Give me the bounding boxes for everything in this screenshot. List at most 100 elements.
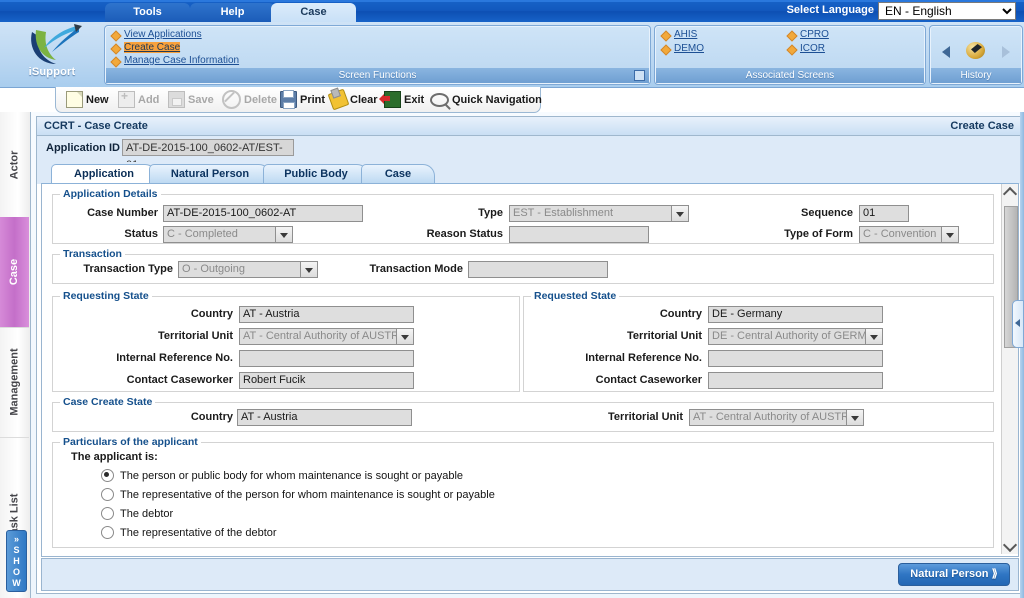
toolbar-print-button[interactable]: Print	[280, 87, 325, 112]
group-transaction-title: Transaction	[60, 248, 125, 260]
bullet-icon	[110, 43, 122, 55]
requested-country-field[interactable]: DE - Germany	[708, 306, 883, 323]
group-requested-state: Requested State Country DE - Germany Ter…	[523, 290, 994, 392]
sidebar-show-label: S	[13, 544, 20, 555]
toolbar-add-button[interactable]: Add	[118, 87, 159, 112]
history-previous-icon[interactable]	[942, 46, 950, 58]
transaction-mode-label: Transaction Mode	[369, 263, 463, 275]
tab-natural-person[interactable]: Natural Person	[149, 164, 271, 185]
natural-person-next-button[interactable]: Natural Person ⟫	[898, 563, 1010, 586]
link-manage-case-information[interactable]: Manage Case Information	[124, 55, 239, 66]
sidebar-item-management[interactable]: Management	[0, 327, 29, 438]
associated-screens-panel: AHIS CPRO DEMO ICOR Associated Screens	[654, 25, 926, 85]
case-create-country-field[interactable]: AT - Austria	[237, 409, 412, 426]
screen-functions-expand-icon[interactable]	[634, 70, 645, 81]
requesting-country-field[interactable]: AT - Austria	[239, 306, 414, 323]
right-collapse-handle[interactable]	[1012, 300, 1024, 348]
sequence-field[interactable]: 01	[859, 205, 909, 222]
top-tab-tools[interactable]: Tools	[105, 3, 190, 22]
requested-territorial-unit-select[interactable]: DE - Central Authority of GERMANY	[708, 328, 883, 345]
chevron-down-icon	[396, 329, 413, 344]
transaction-mode-field[interactable]	[468, 261, 608, 278]
group-requesting-state: Requesting State Country AT - Austria Te…	[52, 290, 520, 392]
toolbar-exit-label: Exit	[404, 93, 425, 106]
language-select[interactable]: EN - English	[878, 2, 1016, 20]
toolbar-exit-button[interactable]: Exit	[379, 87, 425, 112]
application-window: Tools Help Case Select Language EN - Eng…	[0, 0, 1024, 598]
tab-application-label: Application	[74, 168, 134, 180]
link-demo[interactable]: DEMO	[674, 43, 704, 54]
top-tab-case[interactable]: Case	[271, 3, 356, 22]
status-select[interactable]: C - Completed	[163, 226, 293, 243]
history-globe-icon[interactable]	[966, 42, 985, 59]
exit-door-icon	[379, 91, 401, 108]
header-panel: iSupport View Applications Create Case M…	[0, 22, 1024, 88]
group-particulars-title: Particulars of the applicant	[60, 436, 201, 448]
tab-case[interactable]: Case	[361, 164, 435, 185]
sidebar-item-case[interactable]: Case	[0, 217, 29, 328]
application-id-field[interactable]: AT-DE-2015-100_0602-AT/EST-01	[122, 139, 294, 171]
scroll-up-icon[interactable]	[1002, 184, 1017, 200]
tab-public-body-label: Public Body	[284, 168, 348, 180]
requested-internal-reference-field[interactable]	[708, 350, 883, 367]
reason-status-field[interactable]	[509, 226, 649, 243]
tab-public-body[interactable]: Public Body	[263, 164, 369, 185]
radio-option-representative-of-debtor[interactable]: The representative of the debtor	[101, 526, 277, 539]
sidebar-show-button[interactable]: » S H O W	[6, 530, 27, 592]
add-icon	[118, 89, 135, 108]
radio-option-0-label: The person or public body for whom maint…	[120, 469, 464, 482]
requested-territorial-unit-value: DE - Central Authority of GERMANY	[712, 330, 865, 342]
group-requesting-state-title: Requesting State	[60, 290, 152, 302]
history-caption: History	[931, 68, 1021, 83]
radio-option-person-or-public-body[interactable]: The person or public body for whom maint…	[101, 469, 463, 482]
type-of-form-select[interactable]: C - Convention	[859, 226, 959, 243]
top-tab-case-label: Case	[300, 6, 327, 18]
tab-case-label: Case	[384, 168, 412, 180]
radio-option-debtor[interactable]: The debtor	[101, 507, 173, 520]
bullet-icon	[660, 44, 672, 56]
left-sidebar: Actor Case Management Task List » S H O …	[0, 112, 31, 598]
status-select-value: C - Completed	[167, 228, 238, 240]
toolbar-save-button[interactable]: Save	[168, 87, 214, 112]
toolbar-quick-navigation-button[interactable]: Quick Navigation	[430, 87, 542, 112]
requesting-contact-caseworker-field[interactable]: Robert Fucik	[239, 372, 414, 389]
chevron-down-icon	[941, 227, 958, 242]
requesting-territorial-unit-select[interactable]: AT - Central Authority of AUSTRIA	[239, 328, 414, 345]
history-next-icon[interactable]	[1002, 46, 1010, 58]
form-vertical-scrollbar[interactable]	[1001, 184, 1018, 554]
radio-option-1-label: The representative of the person for who…	[120, 488, 495, 501]
case-create-territorial-unit-select[interactable]: AT - Central Authority of AUSTRIA	[689, 409, 864, 426]
radio-option-representative-of-person[interactable]: The representative of the person for who…	[101, 488, 495, 501]
bullet-icon	[786, 30, 798, 42]
logo-swoosh-icon	[31, 24, 82, 64]
top-tab-help-label: Help	[220, 6, 245, 18]
transaction-type-select[interactable]: O - Outgoing	[178, 261, 318, 278]
radio-option-2-label: The debtor	[120, 507, 174, 520]
link-icor[interactable]: ICOR	[800, 43, 825, 54]
top-tab-help[interactable]: Help	[190, 3, 275, 22]
toolbar-new-button[interactable]: New	[66, 87, 109, 112]
toolbar-delete-label: Delete	[244, 93, 278, 106]
radio-icon	[101, 526, 114, 539]
toolbar-delete-button[interactable]: Delete	[222, 87, 277, 112]
toolbar-clear-button[interactable]: Clear	[327, 87, 378, 112]
new-document-icon	[66, 91, 83, 108]
tab-application[interactable]: Application	[51, 164, 157, 185]
select-language-label: Select Language	[786, 4, 874, 16]
link-ahis[interactable]: AHIS	[674, 29, 697, 40]
sidebar-item-management-label: Management	[8, 348, 21, 416]
sidebar-item-actor[interactable]: Actor	[0, 112, 29, 218]
link-cpro[interactable]: CPRO	[800, 29, 829, 40]
type-of-form-label: Type of Form	[784, 228, 853, 240]
link-view-applications[interactable]: View Applications	[124, 29, 202, 40]
link-create-case[interactable]: Create Case	[124, 42, 181, 53]
type-select[interactable]: EST - Establishment	[509, 205, 689, 222]
scroll-down-icon[interactable]	[1002, 538, 1017, 554]
requested-contact-caseworker-field[interactable]	[708, 372, 883, 389]
sidebar-item-case-label: Case	[8, 258, 21, 286]
screen-functions-panel: View Applications Create Case Manage Cas…	[104, 25, 651, 85]
type-select-value: EST - Establishment	[513, 207, 614, 219]
requesting-internal-reference-field[interactable]	[239, 350, 414, 367]
case-number-field[interactable]: AT-DE-2015-100_0602-AT	[163, 205, 363, 222]
screen-functions-caption: Screen Functions	[106, 68, 649, 83]
